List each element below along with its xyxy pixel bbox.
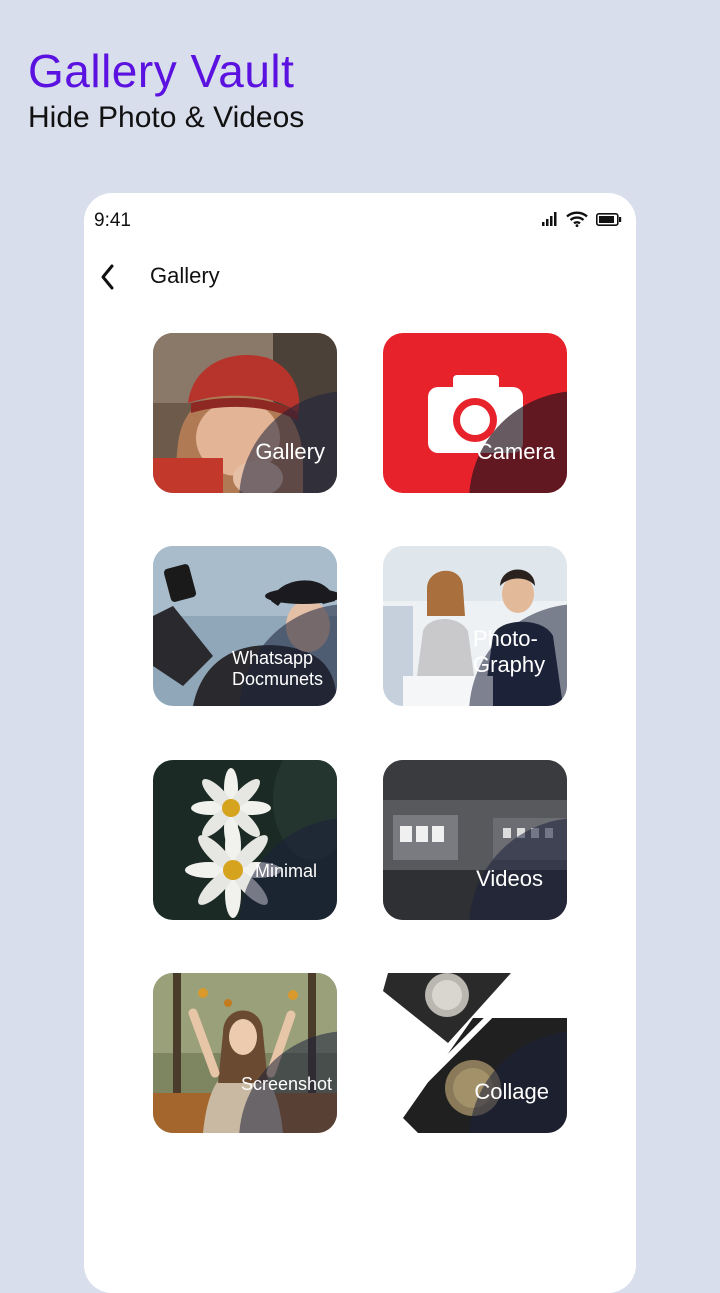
- back-button[interactable]: [92, 259, 128, 295]
- status-time: 9:41: [94, 210, 131, 231]
- tile-whatsapp-documents[interactable]: Whatsapp Docmunets: [153, 546, 337, 706]
- tile-camera[interactable]: Camera: [383, 333, 567, 493]
- wifi-icon: [566, 211, 588, 232]
- tile-label: Whatsapp Docmunets: [232, 648, 324, 689]
- tile-label: Videos: [476, 866, 543, 891]
- app-bar: Gallery: [84, 249, 636, 305]
- status-bar: 9:41: [84, 193, 636, 249]
- tile-photography[interactable]: Photo- Graphy: [383, 546, 567, 706]
- tile-label: Screenshot: [240, 1074, 332, 1094]
- tile-label: Collage: [474, 1079, 549, 1104]
- tile-minimal[interactable]: Minimal: [153, 760, 337, 920]
- tile-collage[interactable]: Collage: [383, 973, 567, 1133]
- back-arrow-icon: [101, 264, 114, 290]
- tile-label: Camera: [476, 439, 555, 464]
- tile-screenshot[interactable]: Screenshot: [153, 973, 337, 1133]
- promo-title: Gallery Vault: [28, 45, 295, 97]
- signal-icon: [542, 212, 558, 231]
- tile-videos[interactable]: Videos: [383, 760, 567, 920]
- promo-subtitle: Hide Photo & Videos: [28, 101, 305, 134]
- tile-label: Photo- Graphy: [473, 626, 546, 677]
- tile-label: Gallery: [255, 439, 325, 464]
- phone-frame: 9:41 Gallery Gallery Camera Whatsapp Doc…: [84, 193, 636, 1293]
- tile-gallery[interactable]: Gallery: [153, 333, 337, 493]
- app-bar-title: Gallery: [150, 263, 220, 288]
- tile-label: Minimal: [254, 861, 317, 881]
- battery-icon: [596, 212, 622, 231]
